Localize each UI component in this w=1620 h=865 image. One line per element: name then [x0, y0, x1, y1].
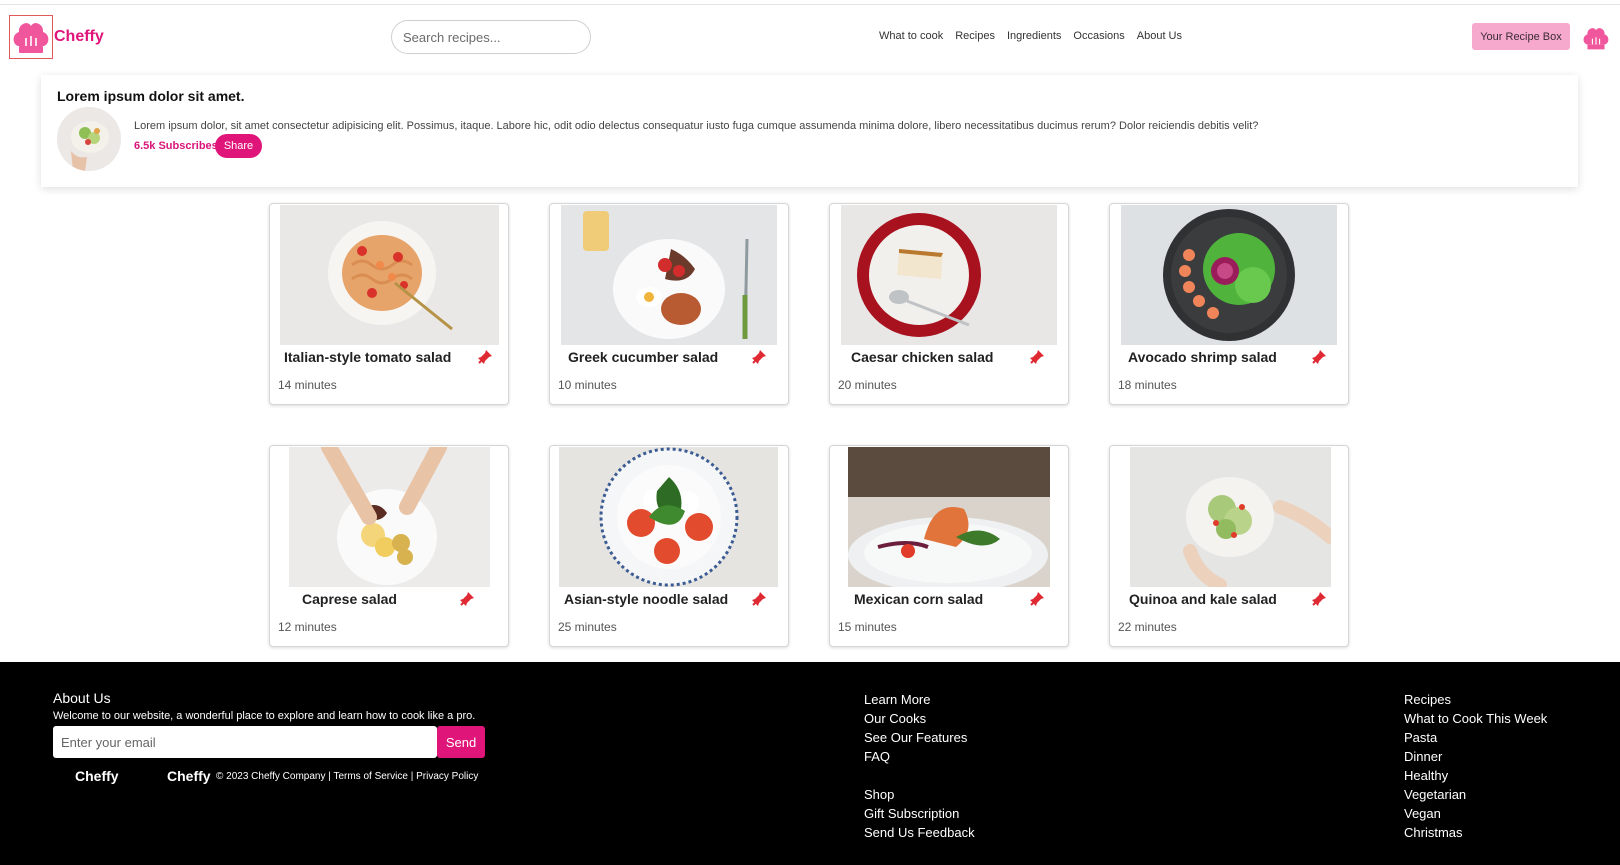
recipe-image	[841, 205, 1057, 345]
pin-icon[interactable]	[1029, 591, 1045, 607]
footer-link[interactable]: Healthy	[1404, 766, 1547, 785]
profile-card: Lorem ipsum dolor sit amet. Lorem ipsum …	[41, 75, 1578, 187]
footer-brand-secondary: Cheffy	[167, 768, 211, 784]
search-input[interactable]	[391, 20, 591, 54]
share-button[interactable]: Share	[215, 134, 262, 158]
pin-icon[interactable]	[751, 349, 767, 365]
footer-link[interactable]: Gift Subscription	[864, 804, 975, 823]
salad-bowl-image	[57, 107, 121, 171]
pin-icon[interactable]	[1029, 349, 1045, 365]
recipe-time: 22 minutes	[1118, 620, 1177, 634]
account-button[interactable]	[1581, 23, 1611, 53]
footer-about-text: Welcome to our website, a wonderful plac…	[53, 710, 476, 722]
main-nav: What to cook Recipes Ingredients Occasio…	[879, 30, 1182, 42]
recipe-time: 10 minutes	[558, 378, 617, 392]
footer-link[interactable]: FAQ	[864, 747, 975, 766]
recipe-card[interactable]: Caesar chicken salad 20 minutes	[829, 203, 1069, 405]
recipe-card[interactable]: Avocado shrimp salad 18 minutes	[1109, 203, 1349, 405]
nav-what-to-cook[interactable]: What to cook	[879, 30, 943, 42]
email-field[interactable]	[53, 726, 437, 758]
site-header: Cheffy What to cook Recipes Ingredients …	[0, 5, 1620, 69]
nav-recipes[interactable]: Recipes	[955, 30, 995, 42]
footer-legal: © 2023 Cheffy Company | Terms of Service…	[216, 771, 478, 782]
recipe-box-button[interactable]: Your Recipe Box	[1472, 23, 1570, 50]
footer-link[interactable]: Christmas	[1404, 823, 1547, 842]
footer-link[interactable]: What to Cook This Week	[1404, 709, 1547, 728]
recipe-image	[1121, 205, 1337, 345]
pin-icon[interactable]	[1311, 349, 1327, 365]
chef-hat-icon	[1583, 28, 1609, 50]
recipe-time: 15 minutes	[838, 620, 897, 634]
nav-occasions[interactable]: Occasions	[1073, 30, 1124, 42]
recipe-time: 20 minutes	[838, 378, 897, 392]
pin-icon[interactable]	[751, 591, 767, 607]
logo[interactable]	[9, 15, 53, 59]
recipe-card[interactable]: Asian-style noodle salad 25 minutes	[549, 445, 789, 647]
footer-link[interactable]: Learn More	[864, 690, 975, 709]
recipe-title: Quinoa and kale salad	[1129, 591, 1277, 607]
footer-link[interactable]: Recipes	[1404, 690, 1547, 709]
legal-separator: |	[410, 771, 414, 782]
footer-spacer	[864, 766, 975, 785]
footer-links-recipes: Recipes What to Cook This Week Pasta Din…	[1404, 690, 1547, 842]
nav-ingredients[interactable]: Ingredients	[1007, 30, 1061, 42]
brand-name[interactable]: Cheffy	[54, 28, 104, 46]
footer-link[interactable]: See Our Features	[864, 728, 975, 747]
footer-link[interactable]: Our Cooks	[864, 709, 975, 728]
recipe-title: Asian-style noodle salad	[564, 591, 729, 607]
nav-about-us[interactable]: About Us	[1137, 30, 1182, 42]
recipe-title: Mexican corn salad	[854, 591, 984, 607]
recipe-image	[561, 205, 777, 345]
copyright-text: © 2023 Cheffy Company |	[216, 771, 331, 782]
send-button[interactable]: Send	[437, 726, 485, 758]
recipe-image	[289, 447, 490, 587]
footer-link[interactable]: Pasta	[1404, 728, 1547, 747]
recipe-time: 18 minutes	[1118, 378, 1177, 392]
recipe-time: 12 minutes	[278, 620, 337, 634]
recipe-card[interactable]: Italian-style tomato salad 14 minutes	[269, 203, 509, 405]
site-footer: About Us Welcome to our website, a wonde…	[0, 662, 1620, 865]
recipe-image	[1130, 447, 1331, 587]
terms-link[interactable]: Terms of Service	[333, 771, 407, 782]
recipe-image	[848, 447, 1050, 587]
recipe-image	[559, 447, 778, 587]
pin-icon[interactable]	[1311, 591, 1327, 607]
footer-link[interactable]: Vegan	[1404, 804, 1547, 823]
recipe-card[interactable]: Mexican corn salad 15 minutes	[829, 445, 1069, 647]
recipe-title: Caesar chicken salad	[851, 349, 994, 365]
recipe-card[interactable]: Caprese salad 12 minutes	[269, 445, 509, 647]
recipe-image	[280, 205, 499, 345]
recipe-title: Caprese salad	[302, 591, 397, 607]
footer-link[interactable]: Shop	[864, 785, 975, 804]
recipe-title: Avocado shrimp salad	[1128, 349, 1277, 365]
recipe-title: Greek cucumber salad	[568, 349, 719, 365]
profile-title: Lorem ipsum dolor sit amet.	[57, 88, 245, 104]
subscriber-count: 6.5k Subscribes	[134, 140, 218, 152]
footer-link[interactable]: Vegetarian	[1404, 785, 1547, 804]
recipe-time: 14 minutes	[278, 378, 337, 392]
avatar[interactable]	[57, 107, 121, 171]
recipe-card[interactable]: Greek cucumber salad 10 minutes	[549, 203, 789, 405]
footer-brand[interactable]: Cheffy	[75, 768, 119, 784]
chef-hat-icon	[13, 23, 49, 53]
pin-icon[interactable]	[477, 349, 493, 365]
profile-description: Lorem ipsum dolor, sit amet consectetur …	[134, 120, 1259, 132]
privacy-link[interactable]: Privacy Policy	[416, 771, 478, 782]
recipe-time: 25 minutes	[558, 620, 617, 634]
footer-about-title: About Us	[53, 690, 111, 706]
footer-link[interactable]: Send Us Feedback	[864, 823, 975, 842]
footer-links-learn: Learn More Our Cooks See Our Features FA…	[864, 690, 975, 842]
pin-icon[interactable]	[459, 591, 475, 607]
recipe-card[interactable]: Quinoa and kale salad 22 minutes	[1109, 445, 1349, 647]
footer-link[interactable]: Dinner	[1404, 747, 1547, 766]
recipe-title: Italian-style tomato salad	[284, 349, 452, 365]
